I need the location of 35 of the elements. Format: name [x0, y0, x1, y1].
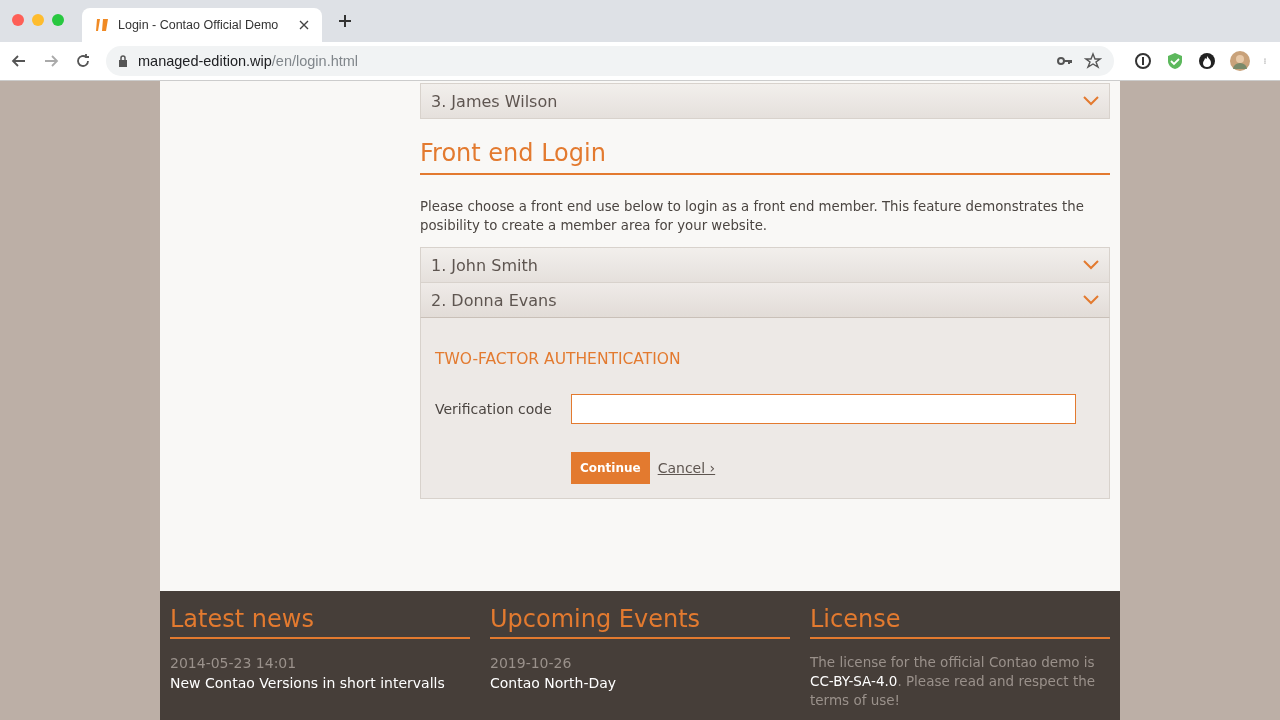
footer-heading: License [810, 605, 1110, 639]
accordion-header[interactable]: 3. James Wilson [420, 83, 1110, 119]
news-date: 2014-05-23 14:01 [170, 654, 298, 673]
section-heading: Front end Login [420, 139, 1110, 175]
new-tab-icon[interactable] [338, 14, 352, 28]
browser-tab[interactable]: Login - Contao Official Demo [82, 8, 322, 42]
accordion-header[interactable]: 2. Donna Evans [420, 283, 1110, 318]
close-icon[interactable] [298, 19, 310, 31]
footer-heading: Latest news [170, 605, 470, 639]
url-text: managed-edition.wip/en/login.html [138, 53, 360, 69]
tab-title: Login - Contao Official Demo [118, 18, 280, 32]
panel-heading: TWO-FACTOR AUTHENTICATION [435, 350, 682, 368]
license-link[interactable]: CC-BY-SA-4.0 [810, 673, 898, 689]
license-text: The license for the official Contao demo is CC-BY-SA-4.0. Please read and respect the terms of use! [810, 653, 1097, 710]
intro-text: Please choose a front end use below to login as a front end member. This feature demonstrates the posibility to create a member area for your website. [420, 198, 1085, 235]
lock-icon [118, 55, 128, 67]
chevron-down-icon [1083, 295, 1099, 305]
footer-heading: Upcoming Events [490, 605, 790, 639]
input-field[interactable] [571, 394, 1076, 424]
cancel-link[interactable]: Cancel › [657, 460, 716, 476]
accordion-header[interactable]: 1. John Smith [420, 247, 1110, 283]
shield-check-icon[interactable] [1166, 52, 1184, 70]
info-circle-icon[interactable] [1134, 52, 1152, 70]
news-link[interactable]: New Contao Versions in short intervalls [170, 673, 470, 693]
event-date: 2019-10-26 [490, 654, 573, 673]
event-link[interactable]: Contao North-Day [490, 673, 790, 693]
reload-icon[interactable] [74, 52, 92, 70]
site-logo-icon [94, 17, 110, 33]
avatar-icon[interactable] [1230, 51, 1250, 71]
chevron-down-icon [1083, 96, 1099, 106]
flame-icon[interactable] [1198, 52, 1216, 70]
chevron-down-icon [1083, 260, 1099, 270]
star-icon[interactable] [1084, 52, 1102, 70]
field-label: Verification code [435, 401, 553, 417]
address-bar[interactable]: managed-edition.wip/en/login.html [106, 46, 1114, 76]
